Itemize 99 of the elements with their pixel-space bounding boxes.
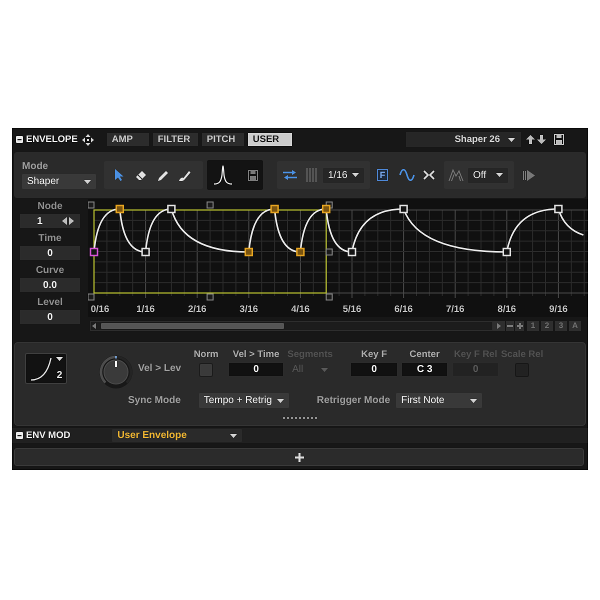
node-value-field[interactable]: 0 [20, 310, 80, 324]
time-ruler-label: 2/16 [188, 304, 206, 315]
sync-mode-dropdown[interactable]: Tempo + Retrig [198, 393, 289, 408]
brush-icon[interactable] [179, 169, 191, 181]
retrigger-mode-dropdown[interactable]: First Note [396, 393, 482, 408]
zoom-in-button[interactable] [515, 321, 524, 331]
section-title: ENVELOPE [26, 134, 78, 145]
move-arrows-icon[interactable] [82, 134, 94, 146]
zoom-out-button[interactable] [506, 321, 514, 331]
value-field[interactable]: C 3 [402, 363, 448, 376]
envelope-node[interactable] [116, 204, 124, 214]
caret-icon [321, 368, 328, 372]
wave-icon[interactable] [399, 169, 415, 181]
time-ruler-label: 8/16 [498, 304, 516, 315]
envelope-node[interactable] [296, 248, 305, 256]
left-arrow-icon[interactable] [62, 217, 67, 225]
source-dropdown[interactable]: User Envelope [112, 429, 242, 442]
shape-mode-dropdown[interactable]: Off [468, 168, 508, 182]
resize-handle[interactable] [88, 294, 94, 300]
envelope-tab[interactable]: FILTER [152, 133, 198, 146]
envelope-node[interactable] [322, 204, 330, 214]
cross-icon[interactable] [423, 169, 435, 181]
knob-label: Vel > Lev [138, 363, 182, 374]
toggle-button[interactable]: F [377, 169, 388, 181]
envelope-graph[interactable]: 0/16 1/16 2/16 3/16 4/16 5/16 6/16 7/16 8/16 9/16 [88, 199, 588, 317]
caret-icon [508, 138, 515, 142]
pencil-icon[interactable] [157, 169, 169, 181]
node-param-label: Node [38, 201, 62, 212]
node-param-label: Curve [36, 265, 64, 276]
time-ruler-label: 9/16 [549, 304, 568, 315]
caret-icon [496, 173, 503, 177]
node-param-label: Level [37, 297, 63, 308]
resize-handle[interactable] [206, 202, 214, 208]
caret-icon [470, 398, 478, 402]
time-ruler-label: 5/16 [342, 304, 362, 315]
envelope-node[interactable] [90, 248, 98, 256]
mode-label: Mode [22, 161, 50, 172]
minus-icon[interactable] [16, 432, 23, 439]
sync-mode-label: Sync Mode [128, 395, 181, 406]
param-label: Norm [194, 349, 218, 360]
param-label: Center [410, 349, 440, 360]
right-arrow-icon [497, 323, 501, 329]
time-ruler-label: 7/16 [446, 304, 464, 315]
caret-icon [84, 180, 91, 184]
plus-icon [516, 323, 522, 329]
resize-handle[interactable] [326, 248, 333, 256]
envelope-tab[interactable]: USER [248, 133, 292, 146]
mode-dropdown[interactable]: Shaper [22, 174, 96, 189]
envelope-node[interactable] [270, 204, 279, 214]
envelope-tab[interactable]: AMP [106, 133, 149, 146]
down-arrow-icon[interactable] [537, 135, 546, 144]
save-icon[interactable] [248, 170, 258, 180]
retrigger-mode-label: Retrigger Mode [316, 395, 390, 406]
minus-icon[interactable] [16, 136, 23, 143]
curve-icon [30, 357, 52, 381]
curve-shape-selector[interactable]: 2 [25, 353, 67, 384]
caret-icon [352, 173, 359, 177]
node-value-field[interactable]: 0.0 [20, 278, 80, 292]
time-ruler-label: 3/16 [240, 304, 258, 315]
envelope-node[interactable] [244, 248, 254, 256]
grid-dropdown[interactable]: 1/16 [323, 168, 364, 182]
scrollbar-thumb[interactable] [101, 323, 284, 329]
param-label: Vel > Time [232, 349, 280, 360]
minus-icon [507, 325, 513, 327]
node-param-label: Time [38, 233, 62, 244]
time-ruler-label: 4/16 [291, 304, 310, 315]
horizontal-scrollbar[interactable] [90, 321, 493, 331]
node-value-field[interactable]: 0 [20, 246, 80, 260]
caret-icon [56, 357, 63, 361]
eraser-icon[interactable] [135, 169, 147, 181]
time-ruler-label: 1/16 [136, 304, 155, 315]
value-field[interactable]: 0 [351, 363, 398, 376]
up-arrow-icon[interactable] [526, 135, 535, 144]
swap-arrows-icon[interactable] [283, 170, 297, 180]
plus-icon [294, 452, 304, 462]
section-title: ENV MOD [26, 430, 70, 441]
resize-handle[interactable] [326, 294, 333, 300]
caret-icon [230, 434, 238, 438]
resize-handle[interactable] [206, 294, 214, 300]
slope-lines-icon [448, 168, 464, 182]
resize-handle[interactable] [88, 202, 94, 208]
play-icon[interactable] [523, 170, 535, 180]
grid-lines-icon [306, 168, 318, 182]
time-ruler-label: 0/16 [90, 304, 110, 315]
pointer-icon[interactable] [113, 169, 125, 181]
right-arrow-icon[interactable] [69, 217, 74, 225]
time-ruler-label: 6/16 [394, 304, 413, 315]
peak-curve-icon [214, 165, 232, 185]
drag-handle-icon[interactable] [283, 417, 317, 419]
preset-selector[interactable]: Shaper 26 [406, 132, 521, 147]
checkbox[interactable] [199, 363, 214, 377]
caret-icon [276, 398, 284, 402]
param-label: Key F [361, 349, 388, 360]
save-icon[interactable] [554, 134, 564, 145]
envelope-tab[interactable]: PITCH [202, 133, 244, 146]
node-stepper[interactable]: 1 [20, 214, 80, 228]
scroll-left-icon[interactable] [92, 323, 96, 329]
scroll-right-button[interactable] [493, 321, 505, 331]
value-field[interactable]: 0 [229, 363, 284, 376]
